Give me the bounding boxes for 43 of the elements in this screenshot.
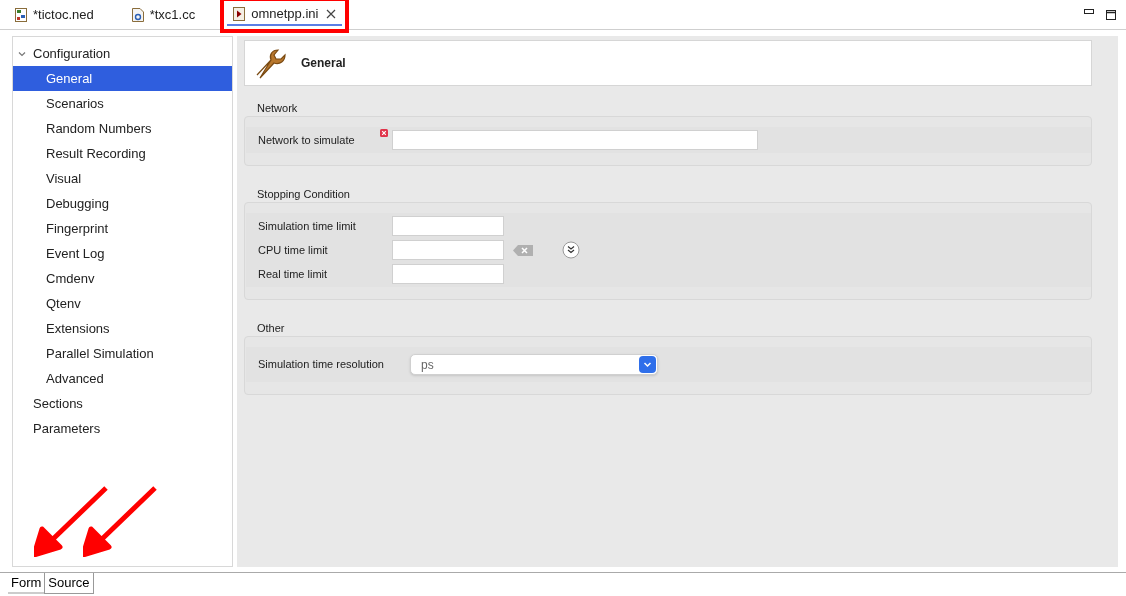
field-label: Real time limit <box>258 266 329 282</box>
tree-item[interactable]: Cmdenv <box>13 266 232 291</box>
tree-item[interactable]: Fingerprint <box>13 216 232 241</box>
minimize-icon[interactable] <box>1084 9 1094 14</box>
field-label: CPU time limit <box>258 242 329 258</box>
text-field[interactable] <box>392 264 504 284</box>
text-field[interactable] <box>392 130 758 150</box>
page-title: General <box>301 55 346 72</box>
tree-item[interactable]: General <box>13 66 232 91</box>
maximize-icon[interactable] <box>1106 9 1116 20</box>
field-label: Simulation time limit <box>258 218 357 234</box>
tree-item[interactable]: Debugging <box>13 191 232 216</box>
editor-tab[interactable]: *txc1.cc <box>125 3 202 26</box>
tree-item[interactable]: Extensions <box>13 316 232 341</box>
text-field[interactable] <box>392 216 504 236</box>
tree-item[interactable]: Advanced <box>13 366 232 391</box>
diagram-file-icon <box>15 7 27 22</box>
clear-icon[interactable] <box>513 244 533 256</box>
chevron-down-icon <box>639 356 656 373</box>
dropdown[interactable]: ps <box>410 354 658 375</box>
bottom-tab[interactable]: Source <box>44 573 94 594</box>
expand-icon[interactable] <box>562 241 580 259</box>
tree-item[interactable]: Configuration <box>13 41 232 66</box>
ini-file-icon <box>233 6 246 21</box>
tree-item[interactable]: Parallel Simulation <box>13 341 232 366</box>
group-title: Other <box>256 321 286 336</box>
tree-item[interactable]: Event Log <box>13 241 232 266</box>
editor-tab[interactable]: *tictoc.ned <box>9 3 100 26</box>
group-title: Network <box>256 101 299 116</box>
group-title: Stopping Condition <box>256 187 351 202</box>
field-label: Simulation time resolution <box>258 357 385 373</box>
tree-item[interactable]: Parameters <box>13 416 232 441</box>
field-label: Network to simulate <box>258 132 356 148</box>
tree-item[interactable]: Result Recording <box>13 141 232 166</box>
text-field[interactable] <box>392 240 504 260</box>
tree-item[interactable]: Qtenv <box>13 291 232 316</box>
c-file-icon <box>131 7 144 22</box>
close-icon[interactable] <box>326 8 337 19</box>
tree-item[interactable]: Sections <box>13 391 232 416</box>
tree-item[interactable]: Scenarios <box>13 91 232 116</box>
tree-item[interactable]: Random Numbers <box>13 116 232 141</box>
tree-item[interactable]: Visual <box>13 166 232 191</box>
editor-tab[interactable]: omnetpp.ini <box>227 3 343 26</box>
